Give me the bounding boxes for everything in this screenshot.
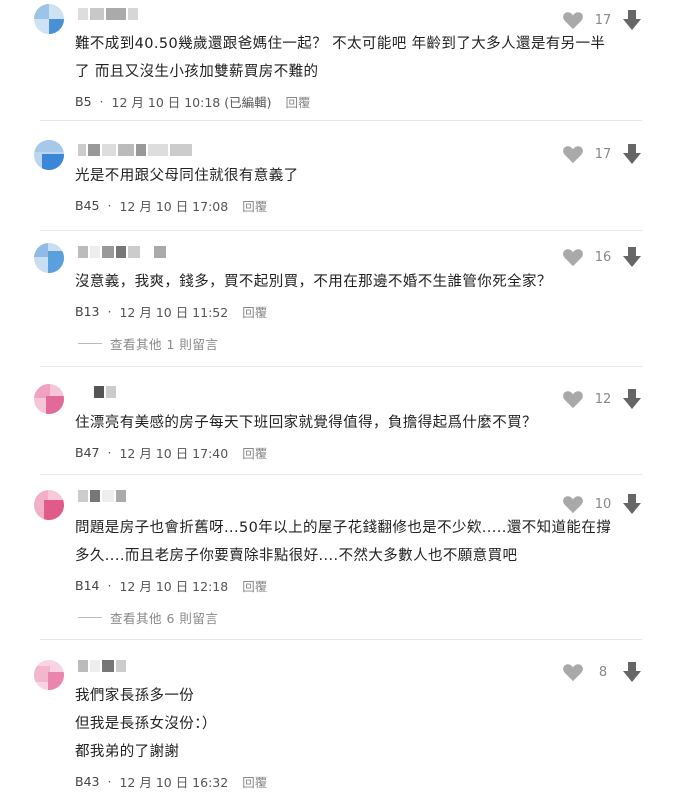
floor-label: B14 [75,578,100,593]
vote-controls: 16 [562,246,642,268]
comment-text: 我們家長孫多一份 但我是長孫女沒份：） 都我弟的了謝謝 [75,688,217,760]
reply-link[interactable]: 回覆 [285,92,310,111]
comment-meta: B43 · 12 月 10 日 16:32 回覆 [75,772,268,791]
divider [40,474,642,475]
floor-label: B13 [75,304,100,319]
timestamp: 12 月 10 日 10:18 (已編輯) [111,95,272,110]
avatar[interactable] [34,660,64,690]
username-redacted [78,488,126,504]
divider [40,120,642,121]
heart-icon[interactable] [562,389,584,409]
heart-icon[interactable] [562,10,584,30]
divider [40,230,642,231]
floor-label: B5 [75,94,92,109]
downvote-arrow-icon[interactable] [622,388,642,410]
floor-label: B47 [75,445,100,460]
downvote-arrow-icon[interactable] [622,246,642,268]
view-more-replies[interactable]: 查看其他 6 則留言 [78,608,218,627]
heart-icon[interactable] [562,247,584,267]
view-more-replies[interactable]: 查看其他 1 則留言 [78,334,218,353]
like-count: 10 [594,496,612,512]
reply-link[interactable]: 回覆 [242,302,267,321]
heart-icon[interactable] [562,144,584,164]
timestamp: 12 月 10 日 11:52 [119,305,229,320]
avatar[interactable] [34,4,64,34]
like-count: 12 [594,391,612,407]
more-line [78,617,102,618]
reply-link[interactable]: 回覆 [242,576,267,595]
username-redacted [78,142,192,158]
vote-controls: 10 [562,493,642,515]
username-redacted [78,244,166,260]
view-more-label: 查看其他 6 則留言 [110,611,219,626]
comment-text: 住漂亮有美感的房子每天下班回家就覺得值得，負擔得起爲什麼不買？ [75,415,537,431]
avatar[interactable] [34,243,64,273]
comment-text: 沒意義，我爽，錢多，買不起別買，不用在那邊不婚不生誰管你死全家？ [75,274,552,290]
comment-meta: B47 · 12 月 10 日 17:40 回覆 [75,443,268,462]
username-redacted [78,384,116,400]
downvote-arrow-icon[interactable] [622,661,642,683]
floor-label: B43 [75,774,100,789]
comment-text: 光是不用跟父母同住就很有意義了 [75,168,299,184]
like-count: 17 [594,146,612,162]
avatar[interactable] [34,384,64,414]
more-line [78,343,102,344]
timestamp: 12 月 10 日 16:32 [119,775,229,790]
reply-link[interactable]: 回覆 [242,196,267,215]
avatar[interactable] [34,490,64,520]
like-count: 8 [598,664,608,680]
timestamp: 12 月 10 日 12:18 [119,579,229,594]
avatar[interactable] [34,140,64,170]
vote-controls: 12 [562,388,642,410]
downvote-arrow-icon[interactable] [622,493,642,515]
comment-text: 難不成到40.50幾歲還跟爸媽住一起？ 不太可能吧 年齡到了大多人還是有另一半 … [75,36,606,80]
floor-label: B45 [75,198,100,213]
divider [40,366,642,367]
divider [40,639,642,640]
username-redacted [78,6,138,22]
vote-controls: 8 [562,661,642,683]
comment-meta: B45 · 12 月 10 日 17:08 回覆 [75,196,268,215]
heart-icon[interactable] [562,662,584,682]
reply-link[interactable]: 回覆 [242,772,267,791]
timestamp: 12 月 10 日 17:08 [119,199,229,214]
vote-controls: 17 [562,9,642,31]
view-more-label: 查看其他 1 則留言 [110,337,219,352]
like-count: 16 [594,249,612,265]
comment-text: 問題是房子也會折舊呀...50年以上的屋子花錢翻修也是不少欸.....還不知道能… [75,520,612,564]
reply-link[interactable]: 回覆 [242,443,267,462]
comment-meta: B14 · 12 月 10 日 12:18 回覆 [75,576,268,595]
comment-meta: B13 · 12 月 10 日 11:52 回覆 [75,302,268,321]
like-count: 17 [594,12,612,28]
downvote-arrow-icon[interactable] [622,9,642,31]
comment-meta: B5 · 12 月 10 日 10:18 (已編輯) 回覆 [75,92,311,111]
username-redacted [78,658,126,674]
heart-icon[interactable] [562,494,584,514]
timestamp: 12 月 10 日 17:40 [119,446,229,461]
